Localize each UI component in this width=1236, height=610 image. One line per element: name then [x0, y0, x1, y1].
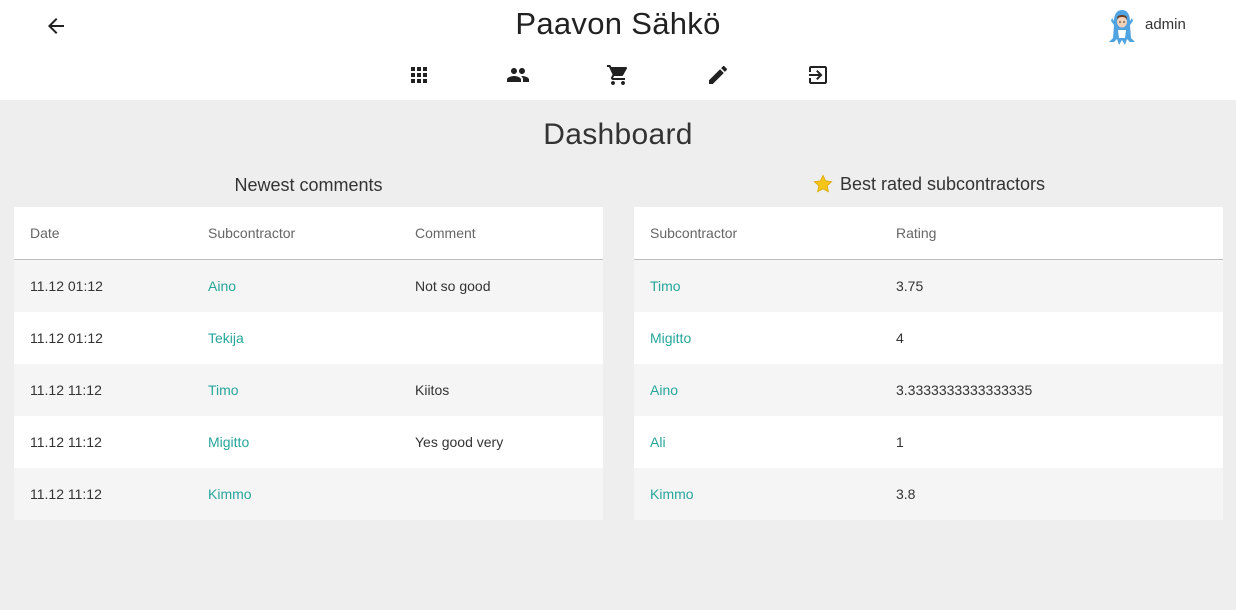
table-row: 11.12 01:12 Aino Not so good [14, 259, 603, 312]
subcontractor-link[interactable]: Timo [650, 278, 681, 294]
column-header-subcontractor: Subcontractor [192, 207, 399, 260]
comment-text [399, 468, 603, 520]
comment-text: Kiitos [399, 364, 603, 416]
table-row: 11.12 11:12 Migitto Yes good very [14, 416, 603, 468]
table-row: 11.12 01:12 Tekija [14, 312, 603, 364]
comment-date: 11.12 11:12 [14, 364, 192, 416]
page-title: Dashboard [543, 118, 693, 151]
nav-logout-button[interactable] [805, 62, 831, 88]
column-header-date: Date [14, 207, 192, 260]
star-icon [813, 174, 833, 193]
nav-edit-button[interactable] [705, 62, 731, 88]
column-header-comment: Comment [399, 207, 603, 260]
table-row: Migitto 4 [634, 312, 1223, 364]
shopping-cart-icon [607, 65, 628, 85]
best-rated-table: Subcontractor Rating Timo 3.75 Migitto 4… [634, 207, 1223, 520]
column-header-subcontractor: Subcontractor [634, 207, 880, 260]
comment-text: Not so good [399, 259, 603, 312]
subcontractor-link[interactable]: Migitto [208, 434, 249, 450]
column-header-rating: Rating [880, 207, 1223, 260]
nav-people-button[interactable] [505, 62, 531, 88]
username: admin [1145, 15, 1186, 33]
subcontractor-link[interactable]: Tekija [208, 330, 244, 346]
subcontractor-link[interactable]: Migitto [650, 330, 691, 346]
rating-value: 4 [880, 312, 1223, 364]
comment-text [399, 312, 603, 364]
comment-date: 11.12 01:12 [14, 259, 192, 312]
subcontractor-link[interactable]: Aino [650, 382, 678, 398]
subcontractor-link[interactable]: Ali [650, 434, 666, 450]
user-menu[interactable]: admin [1108, 8, 1186, 46]
nav-apps-button[interactable] [406, 62, 432, 88]
comment-date: 11.12 11:12 [14, 416, 192, 468]
table-row: Kimmo 3.8 [634, 468, 1223, 520]
logout-icon [809, 66, 827, 84]
comment-date: 11.12 11:12 [14, 468, 192, 520]
subcontractor-link[interactable]: Kimmo [208, 486, 252, 502]
best-rated-title-label: Best rated subcontractors [839, 173, 1046, 194]
table-row: Aino 3.3333333333333335 [634, 364, 1223, 416]
table-row: Ali 1 [634, 416, 1223, 468]
people-icon [507, 68, 529, 82]
comments-table: Date Subcontractor Comment 11.12 01:12 A… [14, 207, 603, 520]
table-row: 11.12 11:12 Timo Kiitos [14, 364, 603, 416]
apps-icon [411, 67, 427, 83]
nav-cart-button[interactable] [605, 62, 631, 88]
rating-value: 3.3333333333333335 [880, 364, 1223, 416]
subcontractor-link[interactable]: Timo [208, 382, 239, 398]
comment-date: 11.12 01:12 [14, 312, 192, 364]
comment-text: Yes good very [399, 416, 603, 468]
rating-value: 1 [880, 416, 1223, 468]
edit-pencil-icon [709, 65, 728, 84]
table-row: Timo 3.75 [634, 259, 1223, 312]
subcontractor-link[interactable]: Kimmo [650, 486, 694, 502]
best-rated-title: Best rated subcontractors [634, 173, 1223, 195]
rating-value: 3.8 [880, 468, 1223, 520]
table-row: 11.12 11:12 Kimmo [14, 468, 603, 520]
newest-comments-title: Newest comments [234, 174, 383, 195]
nav-bar [0, 62, 1236, 88]
avatar [1109, 10, 1135, 45]
rating-value: 3.75 [880, 259, 1223, 312]
subcontractor-link[interactable]: Aino [208, 278, 236, 294]
app-header: Paavon Sähkö admin [0, 0, 1236, 100]
app-title: Paavon Sähkö [515, 6, 721, 41]
